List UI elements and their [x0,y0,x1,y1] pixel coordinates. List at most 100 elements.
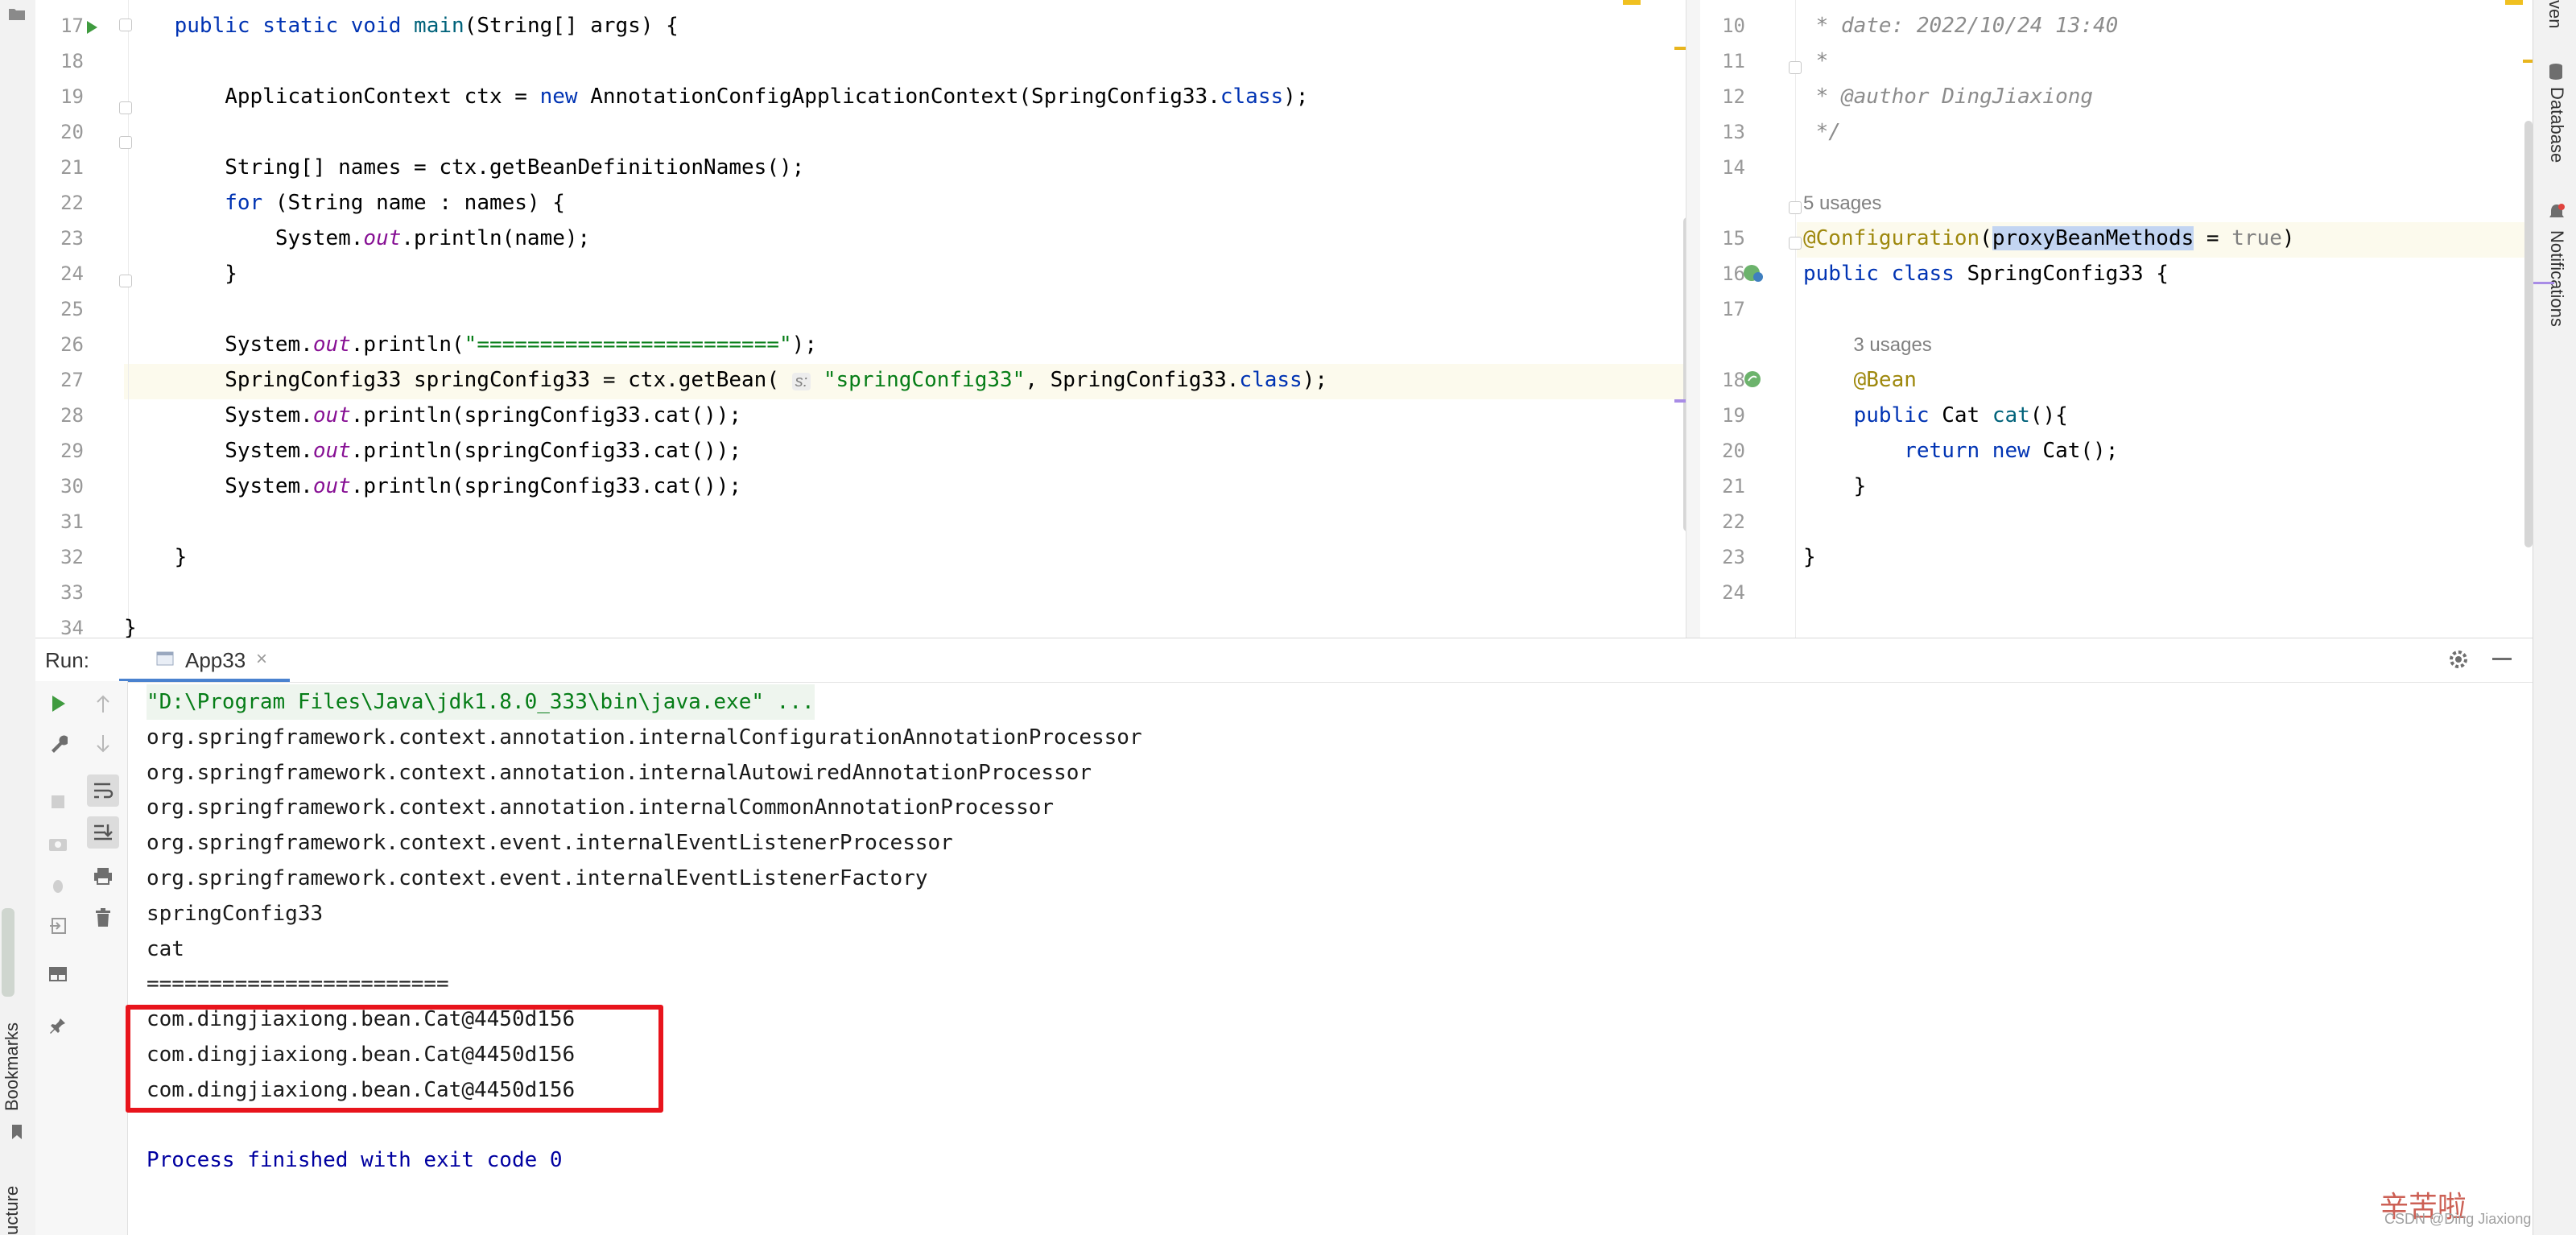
code-line: } [1803,469,1867,504]
line-number: 32 [60,546,84,568]
exit-status: Process finished with exit code 0 [147,1148,563,1173]
code-line: } [1803,539,1816,575]
code-token: public class [1803,262,1967,286]
line-number: 20 [60,121,84,143]
code-token: .println(springConfig33.cat()); [350,403,742,428]
right-scrollbar[interactable] [2524,121,2533,547]
code-token: out [312,332,351,357]
console-output[interactable]: "D:\Program Files\Java\jdk1.8.0_333\bin\… [127,684,2533,1235]
run-label: Run: [45,648,89,672]
right-editor[interactable]: 10 * date: 2022/10/24 13:40 11 * 12 * @aut… [1700,0,2533,638]
code-token: , SpringConfig33. [1025,368,1240,392]
code-line: } [124,539,188,575]
code-token: .println(name); [401,226,591,250]
print-icon[interactable] [92,865,114,887]
fold-marker[interactable] [1789,237,1802,250]
line-number: 27 [60,369,84,391]
bean-gutter-icon[interactable] [1742,262,1765,283]
editor-splitter[interactable] [1686,0,1702,638]
structure-tab[interactable]: ucture [2,1186,23,1235]
line-number: 24 [60,262,84,285]
exit-icon[interactable] [47,915,69,937]
layout-icon[interactable] [47,963,69,985]
database-tab[interactable]: Database [2546,87,2567,163]
close-tab-icon[interactable]: × [256,648,267,671]
fold-marker[interactable] [119,136,132,149]
structure-handle[interactable] [2,908,14,997]
fold-marker[interactable] [119,275,132,287]
change-marker [1674,399,1686,403]
right-gutter-divider [1795,0,1796,638]
left-tool-strip: Bookmarks ucture [0,0,36,1235]
line-number: 26 [60,333,84,356]
console-line: org.springframework.context.annotation.i… [147,760,1092,785]
maven-tab[interactable]: ven [2545,0,2566,28]
code-line: SpringConfig33 springConfig33 = ctx.getB… [124,362,1327,399]
scroll-to-end-icon[interactable] [87,816,119,849]
trash-icon[interactable] [92,907,114,929]
line-number: 29 [60,440,84,462]
line-number: 21 [60,156,84,179]
scroll-marker [2533,282,2554,284]
console-line: cat [147,936,184,961]
console-line: org.springframework.context.event.intern… [147,866,928,890]
notifications-tab[interactable]: Notifications [2546,230,2567,327]
line-number: 11 [1722,50,1745,72]
soft-wrap-icon[interactable] [87,774,119,807]
code-line: * @author DingJiaxiong [1803,79,2093,114]
bookmarks-tab[interactable]: Bookmarks [2,1022,23,1111]
code-token: for [225,191,275,215]
code-token: @Configuration [1803,226,1980,250]
project-folder-icon[interactable] [8,6,26,21]
bean-method-gutter-icon[interactable] [1742,369,1765,390]
code-line: } [124,610,137,638]
line-number: 19 [1722,404,1745,427]
fold-marker[interactable] [1789,61,1802,74]
code-line: public static void main(String[] args) { [124,8,679,43]
code-line: String[] names = ctx.getBeanDefinitionNa… [124,150,804,185]
left-editor[interactable]: 17 public static void main(String[] args… [35,0,1686,638]
line-number: 25 [60,298,84,320]
code-token: return new [1904,439,2043,463]
fold-marker[interactable] [119,101,132,114]
code-token: (String name : names) { [275,191,565,215]
line-number: 20 [1722,440,1745,462]
line-number: 21 [1722,475,1745,498]
rerun-icon[interactable] [47,692,69,715]
code-token: } [124,262,237,286]
run-gutter-icon[interactable] [84,19,100,35]
code-token: true [2231,226,2282,250]
run-tab-label: App33 [185,648,246,672]
warning-badge-icon [1623,0,1641,5]
code-line: System.out.println(springConfig33.cat())… [124,398,741,433]
usages-hint[interactable]: 5 usages [1803,192,1881,214]
credit-watermark: CSDN @Ding Jiaxiong [2384,1211,2532,1227]
code-token: System. [124,332,313,357]
code-line: System.out.println(springConfig33.cat())… [124,469,741,504]
fold-marker[interactable] [119,19,132,31]
code-token: System. [124,226,364,250]
up-arrow-icon[interactable] [92,692,114,715]
usages-hint[interactable]: 3 usages [1853,334,1931,356]
run-tab-app33[interactable]: App33 × [119,638,290,682]
code-line: * [1803,43,1829,79]
line-number: 23 [60,227,84,250]
camera-icon[interactable] [47,832,69,855]
database-icon [2548,63,2564,81]
pin-icon[interactable] [47,1014,69,1037]
settings-gear-icon[interactable] [2447,648,2470,671]
line-number: 18 [60,50,84,72]
down-arrow-icon[interactable] [92,733,114,755]
wrench-icon[interactable] [47,733,69,755]
debug-icon[interactable] [47,874,69,897]
minimize-icon[interactable] [2492,658,2512,660]
code-line: public Cat cat(){ [1803,398,2068,433]
code-token: AnnotationConfigApplicationContext(Sprin… [590,85,1220,109]
stop-icon[interactable] [47,791,69,813]
code-token: = [2194,226,2232,250]
code-token: ApplicationContext ctx = [124,85,540,109]
fold-marker[interactable] [1789,201,1802,214]
